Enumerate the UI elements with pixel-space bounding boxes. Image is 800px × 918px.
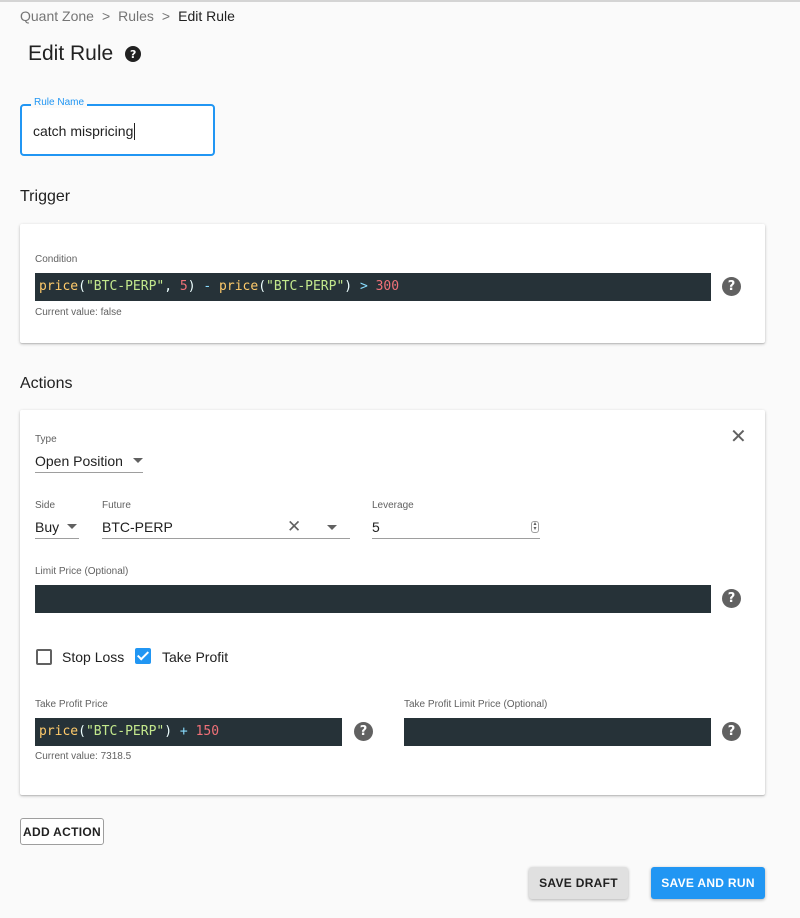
future-select[interactable]: BTC-PERP ✕ [102,515,350,539]
side-select[interactable]: Buy [35,515,79,539]
leverage-value: 5 [372,518,380,535]
type-select-value: Open Position [35,452,123,469]
trigger-card: Condition price("BTC-PERP", 5) - price("… [20,224,765,343]
limit-price-help-icon[interactable]: ? [722,589,741,608]
code-token: ) [187,279,204,294]
type-select[interactable]: Open Position [35,449,143,473]
future-label: Future [102,500,131,511]
breadcrumb-current: Edit Rule [178,8,235,24]
code-token: price [219,279,259,294]
stop-loss-label[interactable]: Stop Loss [62,649,124,665]
chevron-down-icon [67,524,78,529]
code-token: price [39,724,79,739]
limit-price-label: Limit Price (Optional) [35,566,129,577]
tp-price-label: Take Profit Price [35,699,108,710]
code-token: price [39,279,79,294]
stepper-icon[interactable]: ▴ ▾ [531,521,539,533]
page-title: Edit Rule ? [28,42,142,66]
tp-limit-label: Take Profit Limit Price (Optional) [404,699,548,710]
breadcrumb: Quant Zone > Rules > Edit Rule [20,8,235,24]
clear-icon[interactable]: ✕ [287,517,301,537]
tp-current-value: Current value: 7318.5 [35,751,132,762]
future-select-value: BTC-PERP [102,518,173,535]
code-token: + [179,724,196,739]
leverage-label: Leverage [372,500,414,511]
take-profit-checkbox[interactable] [135,648,151,664]
actions-section-title: Actions [20,375,73,392]
code-token: 300 [375,279,400,294]
save-and-run-button[interactable]: Save and Run [651,867,765,899]
close-icon[interactable]: ✕ [730,426,747,446]
leverage-input[interactable]: 5 ▴ ▾ [372,515,540,539]
condition-label: Condition [35,254,78,265]
tp-price-editor[interactable]: price("BTC-PERP") + 150 [35,718,342,746]
code-token: , [164,279,180,294]
type-label: Type [35,434,57,445]
code-token: "BTC-PERP" [85,724,165,739]
code-token: 150 [195,724,220,739]
rule-name-input[interactable]: catch mispricing [33,123,136,140]
code-token: ) [344,279,360,294]
page-title-text: Edit Rule [28,42,114,65]
condition-current-value: Current value: false [35,307,122,318]
save-draft-button[interactable]: Save Draft [529,867,628,899]
trigger-section-title: Trigger [20,188,71,205]
code-token: ( [258,279,267,294]
condition-help-icon[interactable]: ? [722,277,741,296]
help-circle-icon[interactable]: ? [125,46,142,62]
add-action-button[interactable]: Add Action [20,818,104,845]
rule-name-label: Rule Name [31,97,88,108]
action-card: ✕ Type Open Position Side Buy Future BTC… [20,410,765,795]
code-token: > [359,279,376,294]
breadcrumb-quant-zone[interactable]: Quant Zone [20,8,94,24]
side-select-value: Buy [35,518,60,535]
tp-limit-help-icon[interactable]: ? [722,722,741,741]
code-token: 5 [179,279,188,294]
breadcrumb-rules[interactable]: Rules [118,8,154,24]
code-token: ( [78,279,86,294]
tp-limit-editor[interactable] [404,718,711,746]
code-token: "BTC-PERP" [85,279,165,294]
rule-name-field[interactable]: Rule Name catch mispricing [20,97,215,156]
breadcrumb-separator: > [101,8,111,24]
breadcrumb-separator: > [161,8,171,24]
chevron-down-icon [132,458,143,463]
code-token: ( [78,724,86,739]
stop-loss-checkbox[interactable] [36,649,52,665]
limit-price-editor[interactable] [35,585,711,613]
tp-price-help-icon[interactable]: ? [354,722,373,741]
side-label: Side [35,500,56,511]
take-profit-label[interactable]: Take Profit [162,649,228,665]
code-token: - [203,279,220,294]
condition-editor[interactable]: price("BTC-PERP", 5) - price("BTC-PERP")… [35,273,711,301]
chevron-down-icon[interactable] [327,525,337,530]
code-token: ) [164,724,180,739]
code-token: "BTC-PERP" [266,279,345,294]
